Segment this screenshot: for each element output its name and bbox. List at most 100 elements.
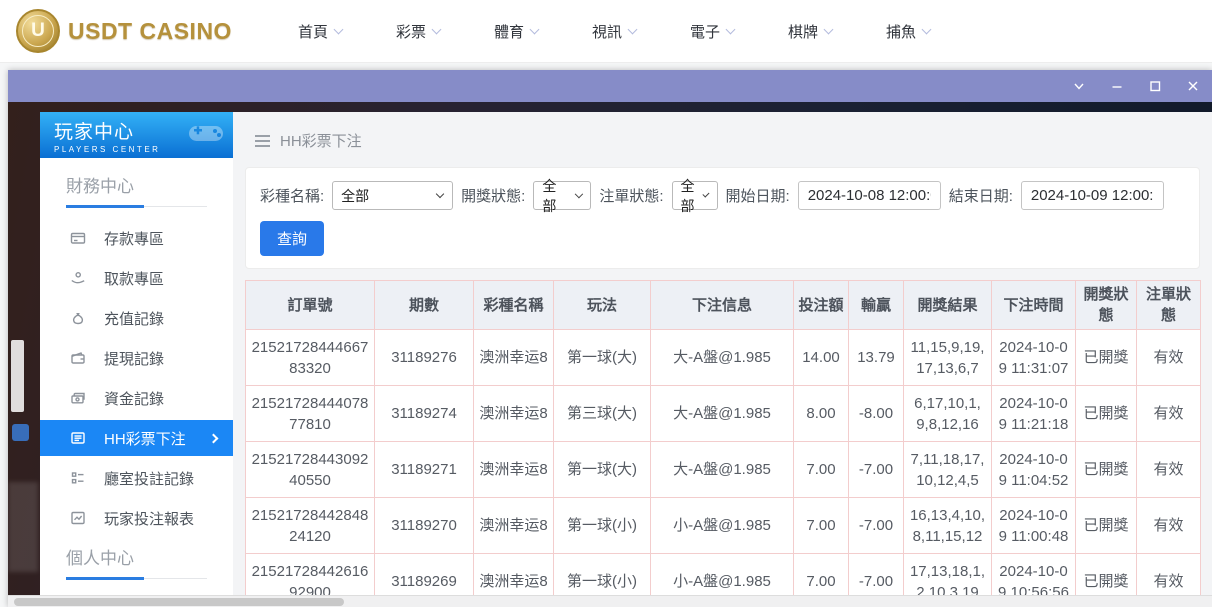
cell-draw-status: 已開獎 [1076, 330, 1137, 386]
sidebar-item[interactable]: 取款專區 [40, 258, 233, 298]
end-date-label: 結束日期: [949, 185, 1013, 206]
table-row: 215217284440787781031189274澳洲幸运8第三球(大)大-… [246, 386, 1201, 442]
sidebar-item[interactable]: 存款專區 [40, 218, 233, 258]
nav-item[interactable]: 視訊 [592, 21, 636, 42]
withdrawal-record-wallet-icon [70, 350, 86, 366]
window-minimize-icon[interactable] [1108, 77, 1126, 95]
scrollbar-thumb[interactable] [14, 598, 344, 606]
player-bet-report-icon [70, 510, 86, 526]
sidebar-item-label: 取款專區 [104, 268, 164, 289]
window-body: 玩家中心 PLAYERS CENTER 財務中心 存款專區 取款專區 [8, 102, 1212, 607]
cell-lottery-name: 澳洲幸运8 [474, 442, 554, 498]
cell-play-type: 第一球(小) [554, 498, 651, 554]
cell-bet-amount: 14.00 [794, 330, 849, 386]
bets-table: 訂單號期數彩種名稱玩法下注信息投注額輸贏開獎結果下注時間開獎狀態注單狀態 215… [245, 280, 1201, 595]
column-header: 下注信息 [651, 281, 794, 330]
horizontal-scrollbar[interactable] [8, 595, 1212, 607]
cell-period: 31189276 [375, 330, 474, 386]
cell-bet-amount: 7.00 [794, 498, 849, 554]
order-status-select[interactable]: 全部 [672, 181, 718, 210]
draw-status-select[interactable]: 全部 [533, 181, 591, 210]
sidebar-item[interactable]: 充值記錄 [40, 298, 233, 338]
table-row: 215217284426169290031189269澳洲幸运8第一球(小)小-… [246, 554, 1201, 596]
sidebar-item-label: 充值記錄 [104, 308, 164, 329]
sidebar-item-label: 資金記錄 [104, 388, 164, 409]
chevron-down-icon [628, 24, 638, 34]
chevron-down-icon [432, 24, 442, 34]
cell-bet-info: 小-A盤@1.985 [651, 498, 794, 554]
cell-draw-status: 已開獎 [1076, 498, 1137, 554]
column-header: 開獎結果 [904, 281, 992, 330]
nav-item-label: 視訊 [592, 21, 622, 42]
cell-period: 31189269 [375, 554, 474, 596]
window-close-icon[interactable] [1184, 77, 1202, 95]
sidebar-item-label: 玩家投注報表 [104, 508, 194, 529]
search-button[interactable]: 查詢 [260, 221, 324, 256]
window-maximize-icon[interactable] [1146, 77, 1164, 95]
site-nav: 首頁 彩票 體育 視訊 電子 棋牌 捕魚 [298, 21, 930, 42]
app-window: 玩家中心 PLAYERS CENTER 財務中心 存款專區 取款專區 [8, 70, 1212, 607]
end-date-input[interactable] [1021, 181, 1164, 210]
nav-item[interactable]: 捕魚 [886, 21, 930, 42]
chevron-down-icon [726, 24, 736, 34]
cell-bet-info: 大-A盤@1.985 [651, 330, 794, 386]
cell-bet-time: 2024-10-09 11:31:07 [992, 330, 1076, 386]
cell-order-status: 有效 [1137, 330, 1201, 386]
cell-draw-result: 16,13,4,10,8,11,15,12 [904, 498, 992, 554]
cell-period: 31189271 [375, 442, 474, 498]
nav-item-label: 電子 [690, 21, 720, 42]
hamburger-icon[interactable] [255, 135, 270, 147]
order-status-label: 注單狀態: [599, 185, 663, 206]
background-art [8, 102, 40, 607]
cell-bet-info: 小-A盤@1.985 [651, 554, 794, 596]
cell-draw-status: 已開獎 [1076, 386, 1137, 442]
sidebar-item[interactable]: 提現記錄 [40, 338, 233, 378]
chevron-down-icon [824, 24, 834, 34]
nav-item[interactable]: 電子 [690, 21, 734, 42]
column-header: 期數 [375, 281, 474, 330]
chevron-down-icon [702, 191, 709, 198]
start-date-label: 開始日期: [726, 185, 790, 206]
sidebar-menu-finance: 存款專區 取款專區 充值記錄 提現記錄 資金記錄 HH彩票下注 廳室投註記錄 玩… [40, 218, 233, 538]
nav-item[interactable]: 棋牌 [788, 21, 832, 42]
cell-bet-time: 2024-10-09 11:21:18 [992, 386, 1076, 442]
lottery-name-select[interactable]: 全部 [332, 181, 453, 210]
cell-lottery-name: 澳洲幸运8 [474, 554, 554, 596]
cell-lottery-name: 澳洲幸运8 [474, 330, 554, 386]
nav-item[interactable]: 體育 [494, 21, 538, 42]
nav-item-label: 棋牌 [788, 21, 818, 42]
table-body: 215217284446678332031189276澳洲幸运8第一球(大)大-… [246, 330, 1201, 596]
nav-item-label: 體育 [494, 21, 524, 42]
section-underline [66, 577, 207, 580]
cell-draw-result: 11,15,9,19,17,13,6,7 [904, 330, 992, 386]
cell-bet-info: 大-A盤@1.985 [651, 442, 794, 498]
chevron-down-icon [436, 190, 444, 198]
sidebar-item-label: HH彩票下注 [104, 428, 186, 449]
window-collapse-icon[interactable] [1070, 77, 1088, 95]
logo[interactable]: U USDT CASINO [16, 9, 232, 53]
sidebar-item[interactable]: HH彩票下注 [40, 420, 233, 456]
cell-lottery-name: 澳洲幸运8 [474, 498, 554, 554]
withdraw-hand-icon [70, 270, 86, 286]
section-underline [66, 205, 207, 208]
breadcrumb: HH彩票下注 [245, 112, 1200, 151]
start-date-input[interactable] [798, 181, 941, 210]
lottery-name-label: 彩種名稱: [260, 185, 324, 206]
sidebar-item[interactable]: 玩家投注報表 [40, 498, 233, 538]
main-content: HH彩票下注 彩種名稱: 全部 開獎狀態: 全部 注單狀態: [233, 112, 1212, 595]
cell-win-loss: 13.79 [849, 330, 904, 386]
cell-order-status: 有效 [1137, 554, 1201, 596]
window-titlebar [8, 70, 1212, 102]
cell-win-loss: -7.00 [849, 442, 904, 498]
sidebar-item[interactable]: 廳室投註記錄 [40, 458, 233, 498]
cell-lottery-name: 澳洲幸运8 [474, 386, 554, 442]
sidebar-subtitle: PLAYERS CENTER [54, 145, 233, 154]
nav-item[interactable]: 首頁 [298, 21, 342, 42]
chevron-right-icon [209, 433, 219, 443]
cell-draw-result: 7,11,18,17,10,12,4,5 [904, 442, 992, 498]
sidebar-item-label: 存款專區 [104, 228, 164, 249]
nav-item[interactable]: 彩票 [396, 21, 440, 42]
column-header: 輸贏 [849, 281, 904, 330]
cell-order-no: 2152172844407877810 [246, 386, 375, 442]
sidebar-item[interactable]: 資金記錄 [40, 378, 233, 418]
